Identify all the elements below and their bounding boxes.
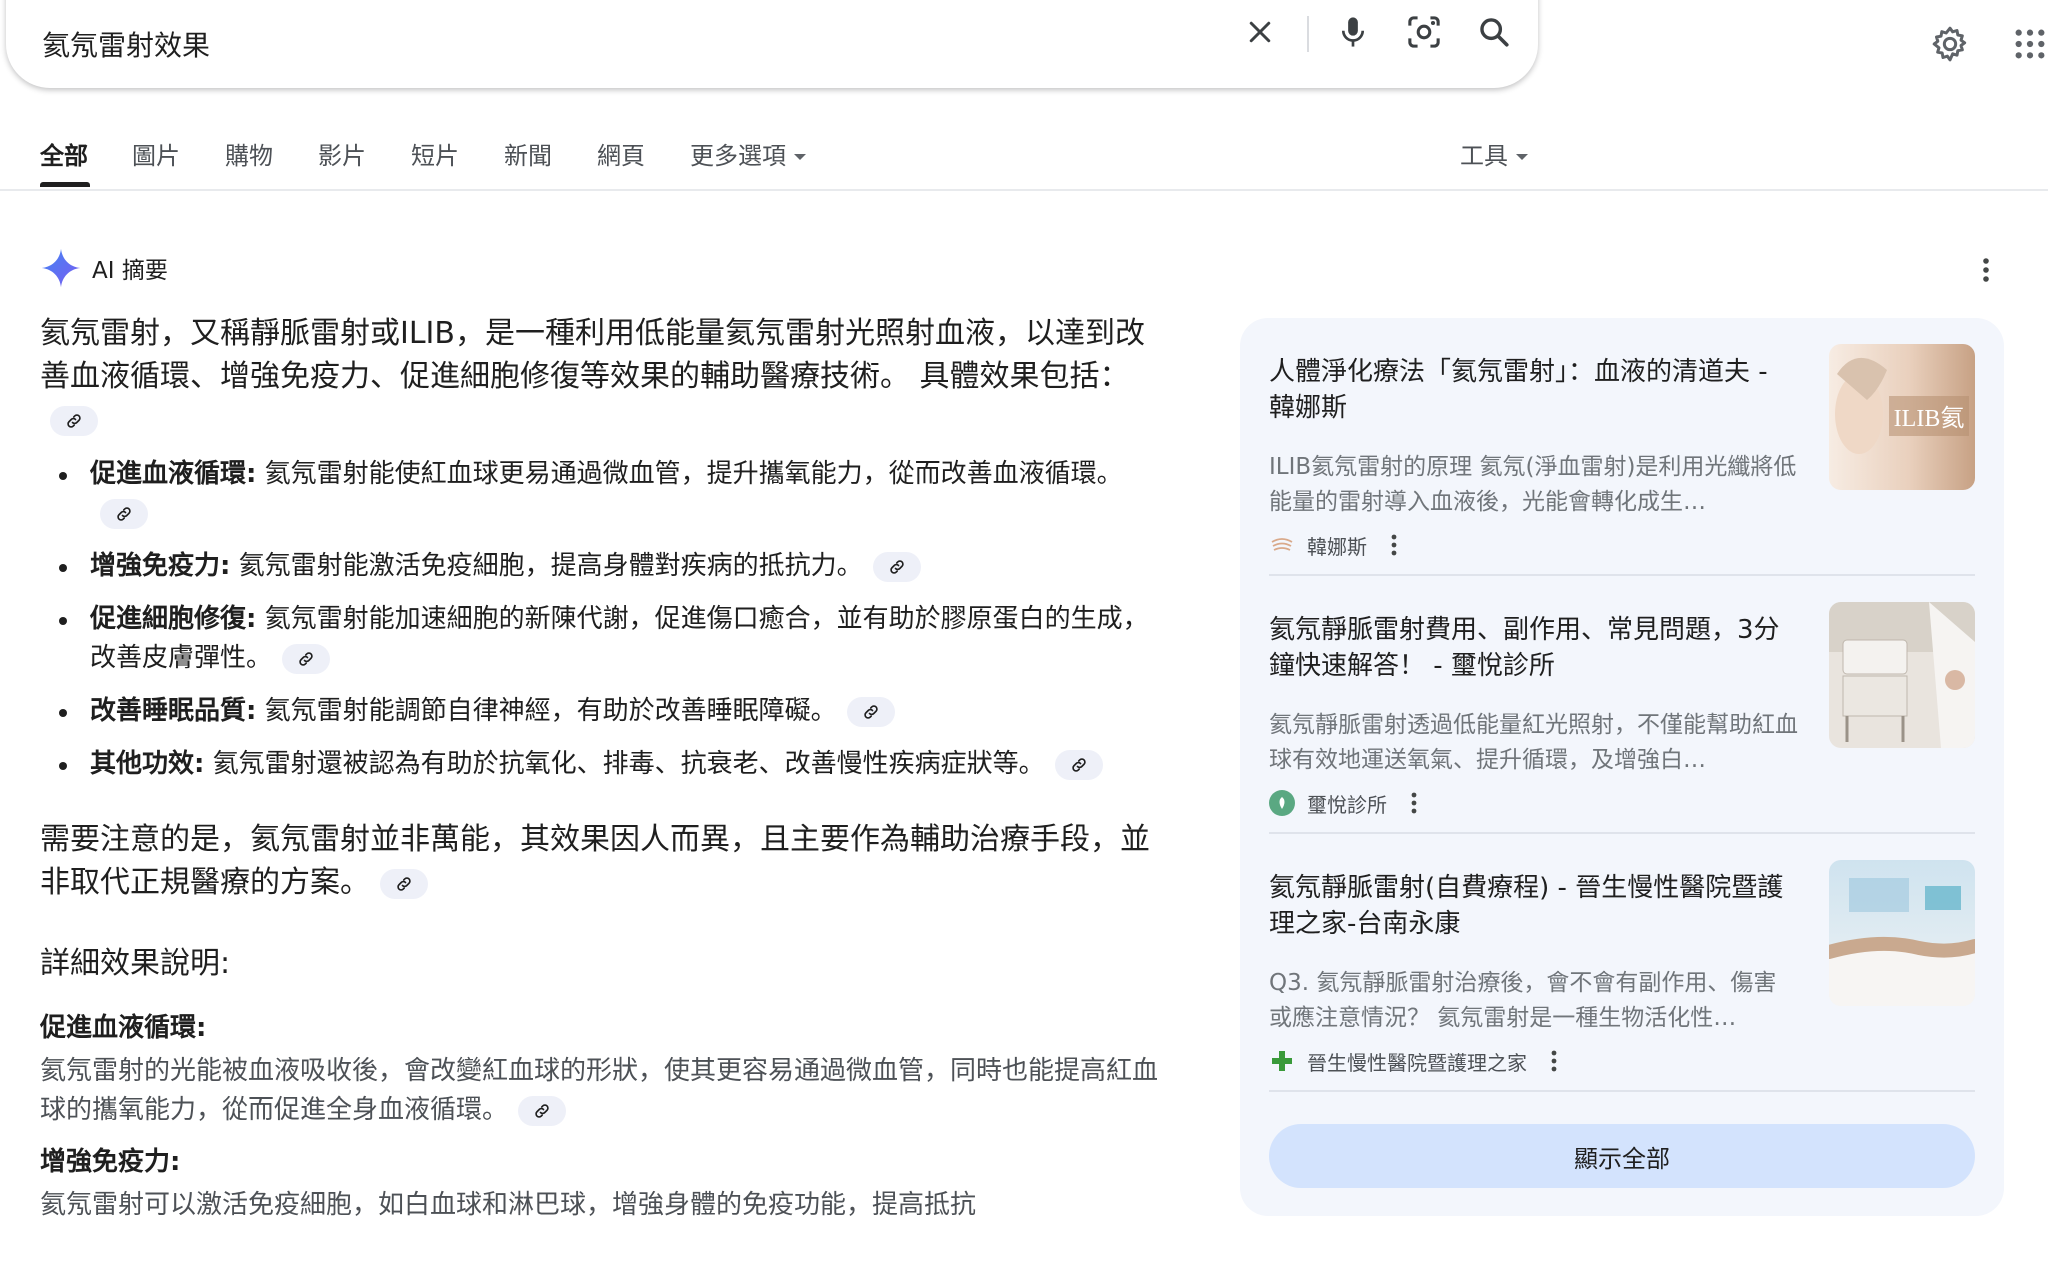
list-item-term: 促進細胞修復: xyxy=(90,604,257,634)
source-link-icon[interactable] xyxy=(872,551,921,582)
list-item: 其他功效: 氦氖雷射還被認為有助於抗氧化、排毒、抗衰老、改善慢性疾病症狀等。 xyxy=(40,745,1170,784)
list-item-term: 其他功效: xyxy=(90,749,205,779)
list-item-term: 改善睡眠品質: xyxy=(90,696,257,726)
list-item: 增強免疫力: 氦氖雷射能激活免疫細胞，提高身體對疾病的抵抗力。 xyxy=(40,547,1170,586)
source-link-icon[interactable] xyxy=(518,1095,567,1126)
source-card[interactable]: 人體淨化療法「氦氖雷射」：血液的清道夫 - 韓娜斯 ILIB氦氖雷射的原理 氦氖… xyxy=(1269,344,1975,574)
site-favicon-icon xyxy=(1269,1048,1295,1074)
apps-grid-icon[interactable] xyxy=(2012,26,2048,62)
search-tabs: 全部 圖片 購物 影片 短片 新聞 網頁 更多選項 工具 xyxy=(0,120,2048,190)
tab-videos[interactable]: 影片 xyxy=(318,136,366,171)
sources-panel: 人體淨化療法「氦氖雷射」：血液的清道夫 - 韓娜斯 ILIB氦氖雷射的原理 氦氖… xyxy=(1240,318,2004,1216)
list-item-text: 氦氖雷射還被認為有助於抗氧化、排毒、抗衰老、改善慢性疾病症狀等。 xyxy=(204,749,1045,779)
source-link-icon[interactable] xyxy=(1054,749,1103,780)
tab-news[interactable]: 新聞 xyxy=(504,136,552,171)
search-icon[interactable] xyxy=(1472,10,1516,54)
list-item: 促進血液循環: 氦氖雷射能使紅血球更易通過微血管，提升攜氧能力，從而改善血液循環… xyxy=(40,455,1170,533)
detail-heading: 詳細效果說明: xyxy=(40,946,231,981)
tabs-divider xyxy=(0,189,2048,191)
mic-icon[interactable] xyxy=(1331,10,1375,54)
ai-overview-header: AI 摘要 xyxy=(40,248,168,288)
list-item-text: 氦氖雷射能使紅血球更易通過微血管，提升攜氧能力，從而改善血液循環。 xyxy=(256,459,1123,489)
tab-shorts[interactable]: 短片 xyxy=(411,136,459,171)
more-options-icon[interactable] xyxy=(1972,252,2000,288)
tab-shopping[interactable]: 購物 xyxy=(225,136,273,171)
source-snippet: ILIB氦氖雷射的原理 氦氖(淨血雷射)是利用光纖將低能量的雷射導入血液後，光能… xyxy=(1269,454,1797,515)
source-card[interactable]: 氦氖靜脈雷射(自費療程) - 晉生慢性醫院暨護理之家-台南永康 Q3. 氦氖靜脈… xyxy=(1269,860,1975,1090)
tab-all[interactable]: 全部 xyxy=(40,136,88,171)
source-title[interactable]: 人體淨化療法「氦氖雷射」：血液的清道夫 - 韓娜斯 xyxy=(1269,354,1799,426)
ai-summary-paragraph: 氦氖雷射，又稱靜脈雷射或ILIB，是一種利用低能量氦氖雷射光照射血液，以達到改善… xyxy=(40,312,1170,441)
lens-icon[interactable] xyxy=(1402,10,1446,54)
list-item-text: 氦氖雷射能調節自律神經，有助於改善睡眠障礙。 xyxy=(256,696,837,726)
source-site: 晉生慢性醫院暨護理之家 xyxy=(1269,1046,1557,1076)
card-divider xyxy=(1269,574,1975,576)
source-title[interactable]: 氦氖靜脈雷射費用、副作用、常見問題，3分鐘快速解答！ - 璽悅診所 xyxy=(1269,612,1799,684)
tab-more-label: 更多選項 xyxy=(690,142,786,170)
ai-overview-title: AI 摘要 xyxy=(92,258,168,284)
source-site-name: 韓娜斯 xyxy=(1307,534,1367,559)
source-link-icon[interactable] xyxy=(282,643,331,674)
list-item-term: 增強免疫力: xyxy=(90,551,231,581)
source-card[interactable]: 氦氖靜脈雷射費用、副作用、常見問題，3分鐘快速解答！ - 璽悅診所 氦氖靜脈雷射… xyxy=(1269,602,1975,832)
card-divider xyxy=(1269,832,1975,834)
source-link-icon[interactable] xyxy=(846,696,895,727)
list-item-text: 氦氖雷射能激活免疫細胞，提高身體對疾病的抵抗力。 xyxy=(230,551,863,581)
detail-subheading: 增強免疫力: xyxy=(40,1147,181,1177)
source-title[interactable]: 氦氖靜脈雷射(自費療程) - 晉生慢性醫院暨護理之家-台南永康 xyxy=(1269,870,1799,942)
source-snippet: 氦氖靜脈雷射透過低能量紅光照射，不僅能幫助紅血球有效地運送氧氣、提升循環，及增強… xyxy=(1269,712,1798,773)
list-item-term: 促進血液循環: xyxy=(90,459,257,489)
tools-label: 工具 xyxy=(1460,142,1508,170)
settings-gear-icon[interactable] xyxy=(1928,22,1972,66)
source-site-name: 晉生慢性醫院暨護理之家 xyxy=(1307,1050,1527,1075)
show-all-button[interactable]: 顯示全部 xyxy=(1269,1124,1975,1188)
ai-overview-content: 氦氖雷射，又稱靜脈雷射或ILIB，是一種利用低能量氦氖雷射光照射血液，以達到改善… xyxy=(40,312,1170,1225)
gemini-sparkle-icon xyxy=(41,248,81,288)
effects-list: 促進血液循環: 氦氖雷射能使紅血球更易通過微血管，提升攜氧能力，從而改善血液循環… xyxy=(40,455,1170,784)
search-divider xyxy=(1307,16,1309,52)
detail-paragraph: 氦氖雷射的光能被血液吸收後，會改變紅血球的形狀，使其更容易通過微血管，同時也能提… xyxy=(40,1052,1170,1130)
search-bar: 氦氖雷射效果 xyxy=(6,0,1538,88)
detail-subheading: 促進血液循環: xyxy=(40,1013,207,1043)
chevron-down-icon xyxy=(1516,154,1528,160)
source-link-icon[interactable] xyxy=(50,405,98,436)
card-divider xyxy=(1269,1090,1975,1092)
search-input[interactable]: 氦氖雷射效果 xyxy=(42,24,210,64)
ai-summary-text: 氦氖雷射，又稱靜脈雷射或ILIB，是一種利用低能量氦氖雷射光照射血液，以達到改善… xyxy=(40,316,1145,394)
more-options-icon[interactable] xyxy=(1391,534,1397,556)
source-link-icon[interactable] xyxy=(380,868,428,899)
site-favicon-icon xyxy=(1269,790,1295,816)
source-thumbnail[interactable] xyxy=(1829,860,1975,1006)
close-icon[interactable] xyxy=(1238,10,1282,54)
tools-button[interactable]: 工具 xyxy=(1460,136,1528,171)
source-link-icon[interactable] xyxy=(100,498,148,529)
source-thumbnail[interactable]: ILIB氦 xyxy=(1829,344,1975,490)
source-snippet: Q3. 氦氖靜脈雷射治療後，會不會有副作用、傷害或應注意情況？ 氦氖雷射是一種生… xyxy=(1269,970,1777,1031)
caution-text: 需要注意的是，氦氖雷射並非萬能，其效果因人而異，且主要作為輔助治療手段，並非取代… xyxy=(40,822,1150,900)
more-options-icon[interactable] xyxy=(1411,792,1417,814)
more-options-icon[interactable] xyxy=(1551,1050,1557,1072)
source-site: 韓娜斯 xyxy=(1269,530,1397,560)
thumbnail-text: ILIB氦 xyxy=(1894,405,1965,432)
tab-more[interactable]: 更多選項 xyxy=(690,136,806,171)
list-item: 改善睡眠品質: 氦氖雷射能調節自律神經，有助於改善睡眠障礙。 xyxy=(40,692,1170,731)
chevron-down-icon xyxy=(794,154,806,160)
tab-web[interactable]: 網頁 xyxy=(597,136,645,171)
active-tab-indicator xyxy=(40,182,90,187)
detail-text: 氦氖雷射可以激活免疫細胞，如白血球和淋巴球，增強身體的免疫功能，提高抵抗 xyxy=(40,1190,977,1220)
source-thumbnail[interactable] xyxy=(1829,602,1975,748)
source-site: 璽悅診所 xyxy=(1269,788,1417,818)
detail-paragraph: 氦氖雷射可以激活免疫細胞，如白血球和淋巴球，增強身體的免疫功能，提高抵抗 xyxy=(40,1186,1170,1225)
caution-paragraph: 需要注意的是，氦氖雷射並非萬能，其效果因人而異，且主要作為輔助治療手段，並非取代… xyxy=(40,818,1170,904)
site-favicon-icon xyxy=(1269,532,1295,558)
list-item: 促進細胞修復: 氦氖雷射能加速細胞的新陳代謝，促進傷口癒合，並有助於膠原蛋白的生… xyxy=(40,600,1170,678)
source-site-name: 璽悅診所 xyxy=(1307,792,1387,817)
detail-text: 氦氖雷射的光能被血液吸收後，會改變紅血球的形狀，使其更容易通過微血管，同時也能提… xyxy=(40,1056,1159,1125)
tab-images[interactable]: 圖片 xyxy=(132,136,180,171)
